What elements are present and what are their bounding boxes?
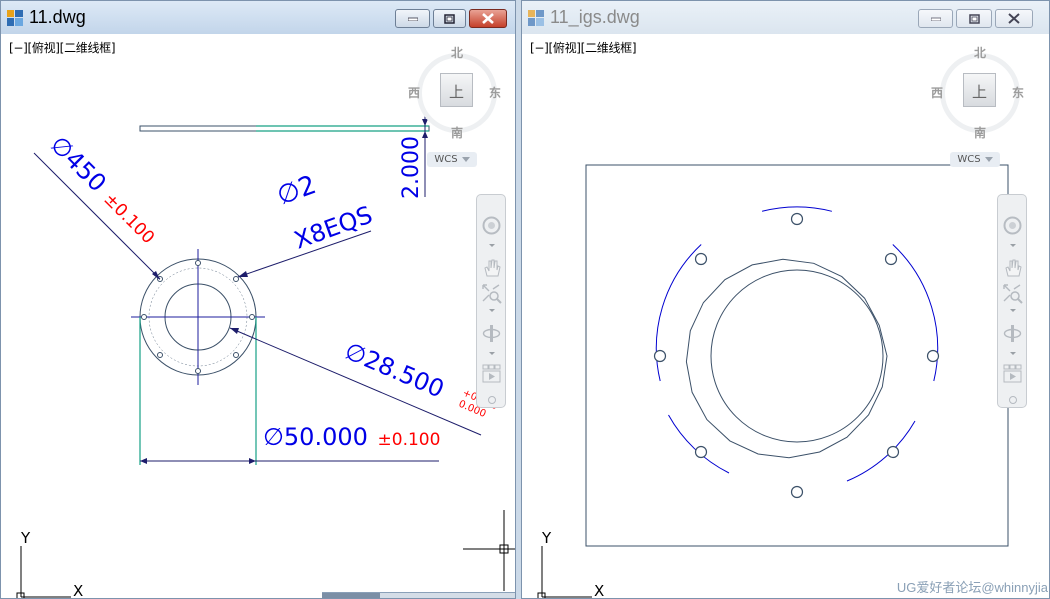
chevron-down-icon	[984, 157, 993, 162]
flange-outer-polygon	[685, 258, 888, 459]
pan-hand-icon[interactable]	[1002, 257, 1023, 278]
wcs-label: WCS	[957, 154, 981, 165]
zoom-icon[interactable]	[481, 283, 502, 304]
wcs-label: WCS	[434, 154, 458, 165]
ucs-x-label: X	[73, 582, 83, 599]
view-cube-face-top[interactable]: 上	[963, 73, 996, 107]
drawing-window-11-dwg[interactable]: 11.dwg [−][俯视][二维线框] 2.000 ∅450 ±0.100 ∅…	[0, 0, 516, 599]
pan-hand-icon[interactable]	[481, 257, 502, 278]
dimension-diameter-50: ∅50.000 ±0.100	[263, 423, 440, 451]
hole-diameter-label: ∅2	[273, 170, 320, 212]
chevron-down-icon[interactable]	[1010, 309, 1016, 312]
compass-north[interactable]: 北	[451, 44, 463, 61]
compass-east[interactable]: 东	[1012, 84, 1024, 101]
showmotion-icon[interactable]	[1002, 363, 1023, 384]
ucs-icon	[537, 546, 592, 598]
ucs-y-label: Y	[541, 529, 552, 547]
layout-tab-active[interactable]	[322, 593, 380, 598]
compass-west[interactable]: 西	[931, 84, 943, 101]
view-cube[interactable]: 北 南 西 东 上	[405, 41, 509, 145]
drawing-window-11-igs-dwg[interactable]: 11_igs.dwg [−][俯视][二维线框] Y X 北 南 西 东 上 W…	[521, 0, 1050, 599]
forum-watermark: UG爱好者论坛@whinnyjia	[896, 580, 1048, 595]
zoom-icon[interactable]	[1002, 283, 1023, 304]
compass-north[interactable]: 北	[974, 44, 986, 61]
dimension-tolerance: ±0.100	[378, 430, 441, 450]
view-cube[interactable]: 北 南 西 东 上	[928, 41, 1032, 145]
compass-south[interactable]: 南	[974, 124, 986, 141]
bolt-holes	[653, 212, 940, 499]
chevron-down-icon[interactable]	[489, 352, 495, 355]
dimension-tolerance: ±0.100	[99, 189, 158, 248]
view-cube-face-top[interactable]: 上	[440, 73, 473, 107]
hole-count-label: X8EQS	[290, 201, 376, 255]
thickness-dimension: 2.000	[399, 136, 424, 199]
layout-tab-strip[interactable]	[322, 592, 515, 598]
crosshair-cursor	[463, 510, 515, 591]
compass-east[interactable]: 东	[489, 84, 501, 101]
chevron-down-icon[interactable]	[1010, 244, 1016, 247]
ucs-x-label: X	[594, 582, 604, 599]
navigation-bar-options[interactable]	[488, 396, 496, 404]
chevron-down-icon[interactable]	[489, 309, 495, 312]
ucs-y-label: Y	[20, 529, 31, 547]
showmotion-icon[interactable]	[481, 363, 502, 384]
dimension-value: ∅450	[45, 130, 112, 197]
steering-wheel-icon[interactable]	[481, 215, 502, 236]
chevron-down-icon[interactable]	[489, 244, 495, 247]
wcs-menu[interactable]: WCS	[950, 152, 1000, 167]
navigation-bar-options[interactable]	[1009, 396, 1017, 404]
chevron-down-icon	[461, 157, 470, 162]
orbit-icon[interactable]	[481, 323, 502, 344]
view-cube-face-label: 上	[448, 83, 464, 101]
dimension-value: ∅28.500	[341, 337, 448, 404]
compass-west[interactable]: 西	[408, 84, 420, 101]
steering-wheel-icon[interactable]	[1002, 215, 1023, 236]
orbit-icon[interactable]	[1002, 323, 1023, 344]
ucs-icon	[16, 546, 71, 598]
dimension-diameter-45: ∅450 ±0.100	[45, 130, 163, 248]
dimension-diameter-28: ∅28.500	[341, 337, 448, 404]
bolt-circle-arcs	[655, 206, 939, 482]
navigation-bar[interactable]	[997, 194, 1027, 408]
navigation-bar[interactable]	[476, 194, 506, 408]
chevron-down-icon[interactable]	[1010, 352, 1016, 355]
flange-bore	[710, 269, 884, 443]
wcs-menu[interactable]: WCS	[427, 152, 477, 167]
dimension-value: ∅50.000	[263, 423, 368, 451]
view-cube-face-label: 上	[971, 83, 987, 101]
compass-south[interactable]: 南	[451, 124, 463, 141]
